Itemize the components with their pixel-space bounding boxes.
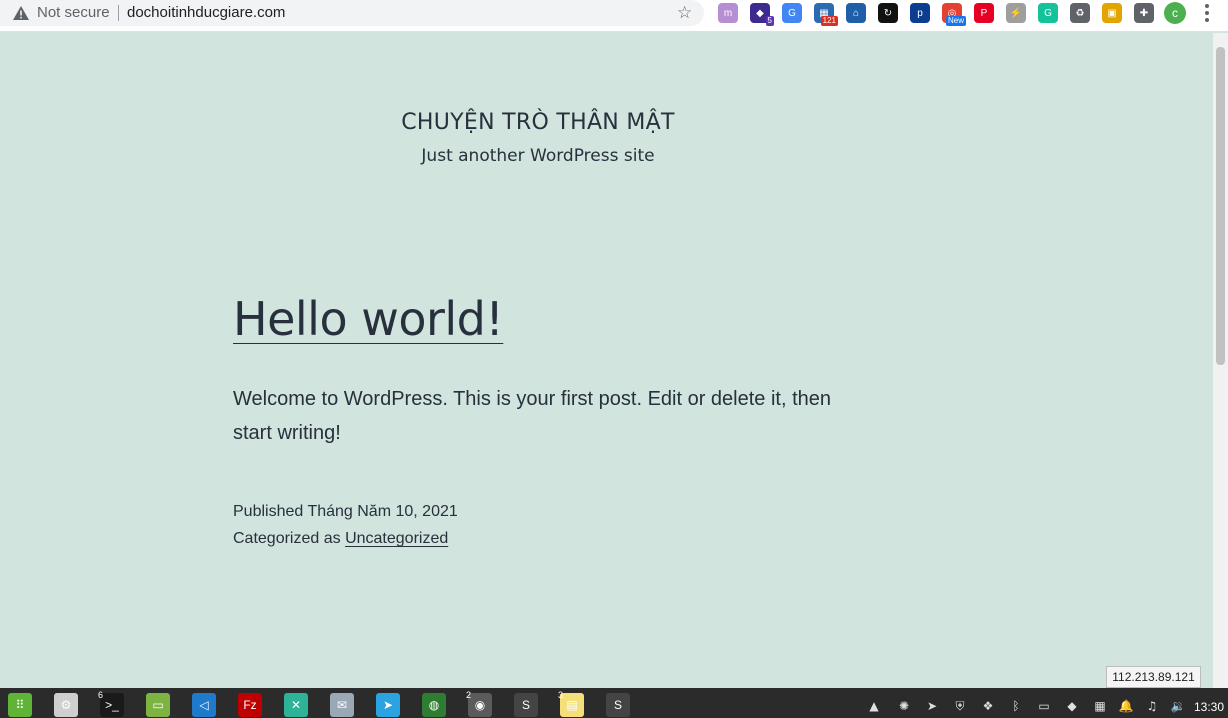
- sync-icon[interactable]: ↻: [878, 3, 898, 23]
- post-title-link[interactable]: Hello world!: [233, 292, 504, 346]
- bluetooth-icon[interactable]: ᛒ: [1008, 698, 1024, 714]
- extension-app-icon[interactable]: ✕: [284, 693, 308, 717]
- warning-icon[interactable]: [13, 6, 29, 20]
- grammarly-icon[interactable]: G: [1038, 3, 1058, 23]
- app-glyph: ⠿: [15, 698, 25, 712]
- address-bar[interactable]: Not secure dochoitinhducgiare.com ☆: [0, 0, 704, 26]
- clock[interactable]: 13:30: [1194, 700, 1224, 714]
- anydesk-icon[interactable]: ◆: [1064, 698, 1080, 714]
- app-glyph: ⚙: [60, 698, 72, 712]
- app-glyph: ◉: [474, 698, 486, 712]
- app-glyph: ✉: [336, 698, 348, 712]
- mail-icon[interactable]: ✉: [330, 693, 354, 717]
- extension-8-icon[interactable]: ◎ New: [942, 3, 966, 26]
- tray-grid-icon[interactable]: ▦: [1092, 698, 1108, 714]
- pinterest-icon[interactable]: P: [974, 3, 994, 23]
- window-count: 2: [466, 690, 472, 700]
- sublime-2-icon[interactable]: S: [606, 693, 630, 717]
- categorized-label: Categorized as: [233, 530, 341, 547]
- security-label[interactable]: Not secure: [37, 4, 110, 21]
- profile-avatar[interactable]: c: [1164, 2, 1186, 24]
- music-icon[interactable]: ♫: [1144, 698, 1160, 714]
- site-tagline: Just another WordPress site: [421, 146, 655, 166]
- site-title[interactable]: CHUYỆN TRÒ THÂN MẬT: [300, 110, 776, 135]
- settings-icon[interactable]: ⚙: [54, 693, 78, 717]
- filezilla-icon[interactable]: Fz: [238, 693, 262, 717]
- extension-badge: 121: [820, 16, 838, 26]
- recycle-icon[interactable]: ♻: [1070, 3, 1090, 23]
- notification-icon[interactable]: 🔔: [1118, 698, 1134, 714]
- extension-5-icon[interactable]: ⌂: [846, 3, 866, 23]
- chrome-icon[interactable]: ◉ 2: [466, 690, 492, 717]
- app-menu-icon[interactable]: ⠿: [8, 693, 32, 717]
- vscode-icon[interactable]: ◁: [192, 693, 216, 717]
- terminal-icon[interactable]: >_ 6: [98, 690, 124, 717]
- url-text[interactable]: dochoitinhducgiare.com: [127, 4, 285, 21]
- app-glyph: S: [521, 698, 530, 712]
- google-translate-icon[interactable]: G: [782, 3, 802, 23]
- telegram-icon[interactable]: ➤: [376, 693, 400, 717]
- address-divider: [118, 5, 119, 21]
- browser-menu-icon[interactable]: [1204, 3, 1210, 23]
- tray-shield-icon[interactable]: ⛨: [952, 698, 968, 714]
- published-date: Tháng Năm 10, 2021: [307, 503, 458, 520]
- app-glyph: ✕: [290, 698, 302, 712]
- lightning-icon[interactable]: ⚡: [1006, 3, 1026, 23]
- app-glyph: ▭: [152, 698, 164, 712]
- window-count: 3: [558, 690, 564, 700]
- app-glyph: Fz: [243, 698, 257, 712]
- tray-1-icon[interactable]: ▲: [866, 698, 882, 714]
- scrollbar-thumb[interactable]: [1216, 47, 1225, 365]
- extensions-puzzle-icon[interactable]: ✚: [1134, 3, 1154, 23]
- sublime-icon[interactable]: S: [514, 693, 538, 717]
- app-glyph: ◍: [428, 698, 440, 712]
- browser-toolbar: Not secure dochoitinhducgiare.com ☆ m ◆ 5 G…: [0, 0, 1228, 32]
- globe-icon[interactable]: ◍: [422, 693, 446, 717]
- category-link[interactable]: Uncategorized: [345, 530, 448, 547]
- post-published: Published Tháng Năm 10, 2021: [233, 503, 458, 521]
- app-glyph: >_: [105, 698, 119, 712]
- published-label: Published: [233, 503, 304, 520]
- app-glyph: ◁: [199, 698, 209, 712]
- extension-13-icon[interactable]: ▣: [1102, 3, 1122, 23]
- app-glyph: S: [613, 698, 622, 712]
- volume-icon[interactable]: 🔉: [1170, 698, 1186, 714]
- tray-send-icon[interactable]: ➤: [924, 698, 940, 714]
- bookmark-star-icon[interactable]: ☆: [677, 3, 692, 23]
- post-body: Welcome to WordPress. This is your first…: [233, 388, 832, 444]
- extension-1-icon[interactable]: m: [718, 3, 738, 23]
- extension-4-icon[interactable]: ▦ 121: [814, 3, 838, 26]
- window-count: 6: [98, 690, 104, 700]
- extension-7-icon[interactable]: p: [910, 3, 930, 23]
- ip-tooltip: 112.213.89.121: [1106, 666, 1201, 688]
- post-categories: Categorized as Uncategorized: [233, 530, 448, 548]
- tray-2-icon[interactable]: ✺: [896, 698, 912, 714]
- extension-badge: 5: [765, 16, 774, 26]
- extension-badge: New: [945, 16, 966, 26]
- taskbar: ⠿ ⚙ >_ 6 ▭ ◁ Fz ✕ ✉ ➤ ◍ ◉ 2 S ▤ 3 S ▲ ✺ ➤ ⛨ ❖ ᛒ ▭ ◆ ▦ 🔔 ♫ 🔉 13:30: [0, 688, 1228, 718]
- tray-notes-icon[interactable]: ▭: [1036, 698, 1052, 714]
- app-glyph: ▤: [566, 698, 578, 712]
- files-icon[interactable]: ▭: [146, 693, 170, 717]
- extension-2-icon[interactable]: ◆ 5: [750, 3, 774, 26]
- app-glyph: ➤: [382, 698, 394, 712]
- notes-icon[interactable]: ▤ 3: [558, 690, 584, 717]
- page-scrollbar[interactable]: [1213, 33, 1228, 688]
- dropbox-icon[interactable]: ❖: [980, 698, 996, 714]
